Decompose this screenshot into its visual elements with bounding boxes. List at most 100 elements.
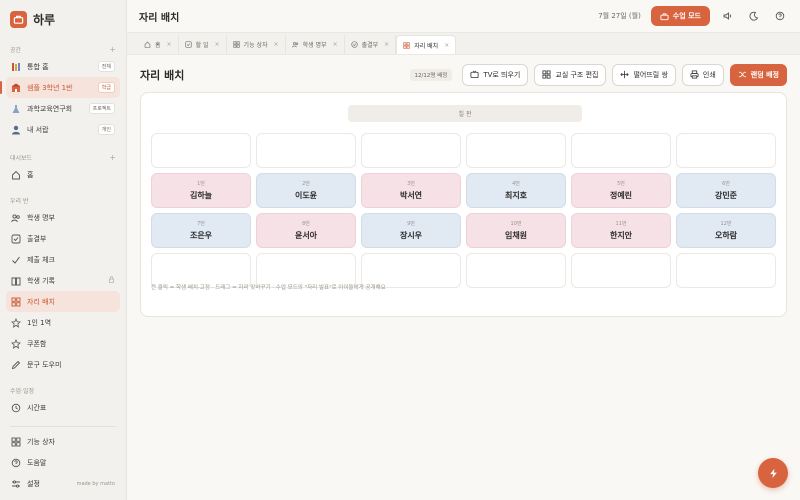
random-assign-button[interactable]: 랜덤 배정	[729, 63, 787, 86]
print-button[interactable]: 인쇄	[681, 63, 724, 86]
split-icon	[620, 70, 630, 79]
sidebar-item-student-roster[interactable]: 학생 명부	[6, 207, 120, 228]
student-name: 윤서아	[294, 231, 318, 240]
seat-card[interactable]: 3번 박서연	[361, 173, 461, 208]
sidebar-item-total-home[interactable]: 통합 홈 전체	[6, 56, 120, 77]
seat-empty[interactable]	[571, 133, 671, 168]
section-lessons-label: 수업·일정	[10, 387, 34, 395]
close-icon[interactable]: ×	[333, 41, 338, 48]
sidebar-item-submission[interactable]: 제출 체크	[6, 249, 120, 270]
sidebar-item-coupons[interactable]: 쿠폰함	[6, 333, 120, 354]
close-icon[interactable]: ×	[384, 41, 389, 48]
seat-card[interactable]: 1번 김하늘	[151, 173, 251, 208]
seat-empty[interactable]	[676, 133, 776, 168]
sidebar-item-my-drawer[interactable]: 내 서랍 개인	[6, 119, 120, 140]
close-icon[interactable]: ×	[444, 42, 449, 49]
add-space-icon[interactable]: +	[109, 45, 116, 54]
seat-empty[interactable]	[466, 253, 566, 288]
seat-number: 11번	[615, 221, 627, 227]
seat-empty[interactable]	[466, 133, 566, 168]
seat-card[interactable]: 11번한지안	[571, 213, 671, 248]
sidebar-item-label: 학생 명부	[27, 213, 55, 222]
volume-icon[interactable]	[720, 8, 736, 24]
seat-empty[interactable]	[361, 133, 461, 168]
seat-card[interactable]: 5번 정예린	[571, 173, 671, 208]
sliders-icon	[11, 479, 21, 489]
sidebar-item-settings[interactable]: 설정	[11, 479, 40, 489]
sidebar-item-help[interactable]: 도움말	[6, 452, 120, 473]
separate-pairs-button[interactable]: 떨어뜨릴 쌍	[612, 63, 676, 86]
sidebar-item-science-club[interactable]: 과학교육연구회 프로젝트	[6, 98, 120, 119]
class-mode-label: 수업 모드	[672, 12, 701, 20]
student-name: 김하늘	[189, 191, 213, 200]
current-date: 7월 27일 (월)	[598, 12, 641, 20]
tab-home[interactable]: 홈 ×	[138, 35, 179, 54]
seat-empty[interactable]	[676, 253, 776, 288]
tab-bar: 홈 × 할 일 × 기능 상자 × 학생 명부 × 출결부 × 자리 배치 ×	[127, 33, 800, 55]
student-name: 강민준	[714, 191, 738, 200]
seat-empty[interactable]	[151, 133, 251, 168]
sidebar-item-phrase-helper[interactable]: 문구 도우미	[6, 354, 120, 375]
sidebar-item-seat-arrangement[interactable]: 자리 배치	[6, 291, 120, 312]
close-icon[interactable]: ×	[274, 41, 279, 48]
sidebar-divider	[10, 426, 116, 427]
sidebar-item-feature-box[interactable]: 기능 상자	[6, 431, 120, 452]
tv-icon	[470, 70, 479, 79]
random-assign-label: 랜덤 배정	[750, 70, 779, 79]
seat-card[interactable]: 6번 강민준	[676, 173, 776, 208]
section-lessons: 수업·일정	[0, 383, 126, 397]
edit-classroom-button[interactable]: 교실 구조 편집	[534, 63, 607, 86]
seat-card[interactable]: 4번 최지호	[466, 173, 566, 208]
close-icon[interactable]: ×	[167, 41, 172, 48]
tab-feature-box[interactable]: 기능 상자 ×	[227, 35, 286, 54]
lock-icon	[108, 276, 115, 285]
seat-card[interactable]: 9번장시우	[361, 213, 461, 248]
student-name: 한지안	[609, 231, 633, 240]
class-mode-button[interactable]: 수업 모드	[650, 6, 710, 26]
blackboard: 칠 판	[348, 105, 582, 122]
sidebar-item-sample-class[interactable]: 샘플 3학년 1반 학급	[0, 77, 120, 98]
sidebar: 하루 공간 + 통합 홈 전체 샘플 3학년 1반 학급 과학교육연구회 프로젝…	[0, 0, 127, 500]
student-name: 이도윤	[294, 191, 318, 200]
help-icon[interactable]	[772, 8, 788, 24]
sidebar-item-label: 시간표	[27, 403, 47, 412]
app-logo[interactable]: 하루	[0, 0, 126, 38]
tv-display-button[interactable]: TV로 띄우기	[462, 63, 529, 86]
home-icon	[11, 170, 21, 180]
quick-action-button[interactable]	[758, 458, 788, 488]
moon-icon[interactable]	[746, 8, 762, 24]
sidebar-item-label: 쿠폰함	[27, 339, 47, 348]
student-name: 조은우	[189, 231, 213, 240]
seat-card[interactable]: 12번 오하람	[676, 213, 776, 248]
seat-number: 9번	[407, 221, 415, 227]
sidebar-item-timetable[interactable]: 시간표	[6, 397, 120, 418]
tab-seat-arrangement[interactable]: 자리 배치 ×	[396, 35, 457, 54]
student-name: 장시우	[399, 231, 423, 240]
topbar: 자리 배치 7월 27일 (월) 수업 모드	[127, 0, 800, 33]
printer-icon	[690, 70, 699, 79]
seat-empty[interactable]	[256, 133, 356, 168]
add-dashboard-icon[interactable]: +	[109, 153, 116, 162]
seat-card[interactable]: 10번 임채원	[466, 213, 566, 248]
sidebar-item-one-role[interactable]: 1인 1역	[6, 312, 120, 333]
seat-card[interactable]: 2번 이도윤	[256, 173, 356, 208]
clock-icon	[11, 403, 21, 413]
tab-attendance[interactable]: 출결부 ×	[345, 35, 397, 54]
sidebar-item-home[interactable]: 홈	[6, 164, 120, 185]
main-area: 자리 배치 7월 27일 (월) 수업 모드 홈 × 할 일 × 기능 상자 ×…	[127, 0, 800, 500]
sidebar-item-label: 제출 체크	[27, 255, 55, 264]
student-name: 박서연	[399, 191, 423, 200]
person-icon	[11, 125, 21, 135]
seat-card[interactable]: 7번 조은우	[151, 213, 251, 248]
seat-empty[interactable]	[571, 253, 671, 288]
app-name: 하루	[33, 12, 56, 27]
pencil-icon	[11, 360, 21, 370]
close-icon[interactable]: ×	[215, 41, 220, 48]
sidebar-item-student-record[interactable]: 학생 기록	[6, 270, 120, 291]
tab-todo[interactable]: 할 일 ×	[179, 35, 227, 54]
checkbox-icon	[184, 41, 192, 48]
seat-card[interactable]: 8번 윤서아	[256, 213, 356, 248]
sidebar-item-attendance[interactable]: 출결부	[6, 228, 120, 249]
tab-student-roster[interactable]: 학생 명부 ×	[286, 35, 345, 54]
sidebar-footer: 기능 상자 도움말 설정 made by matto	[0, 422, 126, 494]
